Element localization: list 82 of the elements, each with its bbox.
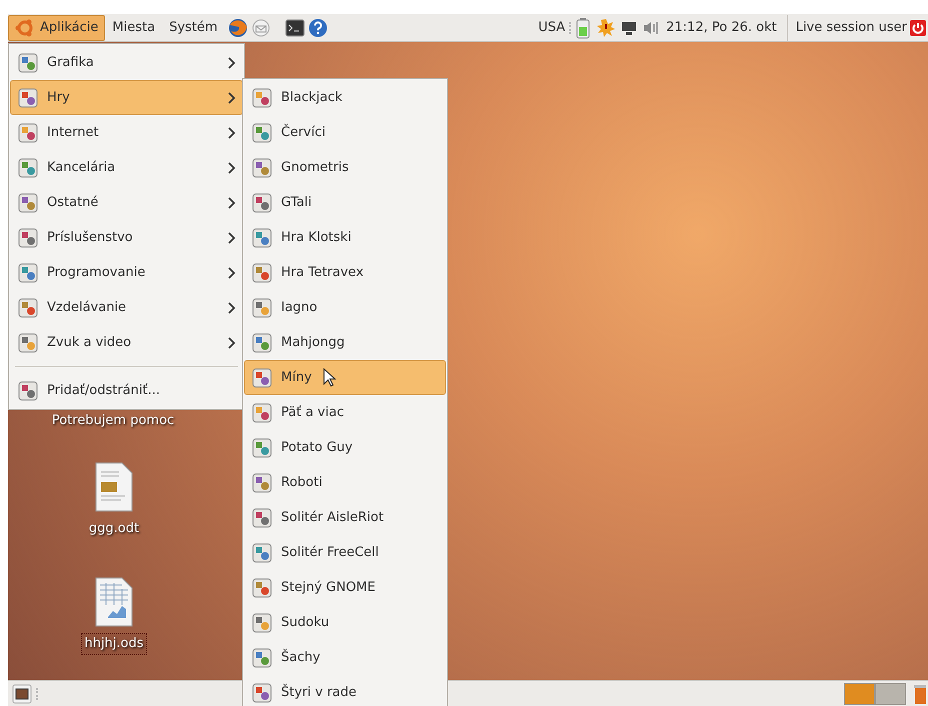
browser-globe-icon[interactable] <box>226 16 249 38</box>
network-computer-icon[interactable] <box>621 20 638 36</box>
menu-item-icon <box>251 576 273 598</box>
menu-item[interactable]: Hra Klotski <box>244 220 446 255</box>
desktop-icon-label[interactable]: ggg.odt <box>86 518 142 540</box>
menu-item[interactable]: Potato Guy <box>244 430 446 465</box>
menu-item[interactable]: Kancelária <box>10 150 243 185</box>
menu-item[interactable]: Solitér FreeCell <box>244 535 446 570</box>
menu-item-icon <box>251 402 273 424</box>
menu-item-icon <box>251 296 273 318</box>
battery-icon[interactable] <box>576 16 590 38</box>
menu-item-icon <box>17 226 39 248</box>
menu-item[interactable]: Grafika <box>10 45 243 80</box>
menu-item-icon <box>17 86 39 108</box>
menu-item[interactable]: Stejný GNOME <box>244 570 446 605</box>
menu-item[interactable]: Sudoku <box>244 605 446 640</box>
workspace-switcher-tile[interactable] <box>875 682 906 704</box>
menu-item-icon <box>251 332 273 354</box>
menu-item[interactable]: Gnometris <box>244 150 446 185</box>
menu-item-icon <box>251 542 273 564</box>
desktop-icon-label[interactable]: hhjhj.ods <box>81 633 147 654</box>
menu-item[interactable]: Programovanie <box>10 255 243 290</box>
spreadsheet-file-icon[interactable] <box>94 577 134 627</box>
menu-item[interactable]: Štyri v rade <box>244 675 446 706</box>
menu-item-icon <box>251 226 273 248</box>
menu-item[interactable]: Solitér AisleRiot <box>244 500 446 535</box>
panel-menu[interactable]: Aplikácie <box>8 14 106 40</box>
menu-item[interactable]: Zvuk a video <box>10 325 243 360</box>
help-icon[interactable] <box>308 18 328 38</box>
menu-item-icon <box>251 436 273 458</box>
menu-item-icon <box>251 86 273 108</box>
user-name[interactable]: Live session user <box>796 18 907 38</box>
menu-item-icon <box>251 366 273 388</box>
show-desktop-icon[interactable] <box>12 684 32 704</box>
mouse-pointer-icon <box>323 368 337 388</box>
menu-item-icon <box>251 472 273 494</box>
menu-item-icon <box>17 156 39 178</box>
menu-item-icon <box>17 262 39 284</box>
menu-item[interactable]: Šachy <box>244 640 446 675</box>
power-icon[interactable] <box>910 20 926 36</box>
trash-icon[interactable] <box>914 682 926 704</box>
keyboard-layout[interactable]: USA <box>538 18 566 38</box>
mail-icon[interactable] <box>250 18 271 38</box>
menu-item[interactable]: Mahjongg <box>244 325 446 360</box>
menu-item-icon <box>251 646 273 668</box>
menu-item-icon <box>251 506 273 528</box>
menu-item[interactable]: Príslušenstvo <box>10 220 243 255</box>
menu-item[interactable]: Červíci <box>244 115 446 150</box>
menu-item[interactable]: GTali <box>244 185 446 220</box>
volume-icon[interactable] <box>642 20 660 36</box>
menu-item-icon <box>17 192 39 214</box>
clock[interactable]: 21:12, Po 26. okt <box>664 18 779 38</box>
menu-item-icon <box>17 380 39 402</box>
panel-menu[interactable]: Miesta <box>105 14 162 40</box>
document-file-icon[interactable] <box>94 462 134 512</box>
menu-item[interactable]: Ostatné <box>10 185 243 220</box>
desktop-icon-label[interactable]: Potrebujem pomoc <box>48 410 178 432</box>
panel-handle <box>569 22 572 34</box>
menu-item-icon <box>251 122 273 144</box>
menu-item[interactable]: Vzdelávanie <box>10 290 243 325</box>
menu-item-icon <box>17 52 39 74</box>
menu-item-icon <box>251 262 273 284</box>
menu-item[interactable]: Hra Tetravex <box>244 255 446 290</box>
menu-item[interactable]: Päť a viac <box>244 395 446 430</box>
panel-menu[interactable]: Systém <box>162 14 225 40</box>
menu-item[interactable]: Internet <box>10 115 243 150</box>
terminal-icon[interactable] <box>284 18 305 36</box>
menu-item-icon <box>17 332 39 354</box>
menu-item[interactable]: Blackjack <box>244 80 446 115</box>
menu-item[interactable]: Roboti <box>244 465 446 500</box>
menu-item-icon <box>17 296 39 318</box>
menu-item-icon <box>251 612 273 634</box>
menu-item[interactable]: Hry <box>10 80 243 115</box>
menu-item-icon <box>17 122 39 144</box>
alert-burst-icon[interactable] <box>596 18 616 38</box>
menu-item-icon <box>251 192 273 214</box>
menu-item[interactable]: Pridať/odstrániť... <box>10 373 243 408</box>
menu-item[interactable]: Míny <box>244 360 446 395</box>
menu-item-icon <box>251 682 273 704</box>
menu-item[interactable]: Iagno <box>244 290 446 325</box>
workspace-switcher-tile[interactable] <box>844 682 875 704</box>
menu-item-icon <box>251 156 273 178</box>
